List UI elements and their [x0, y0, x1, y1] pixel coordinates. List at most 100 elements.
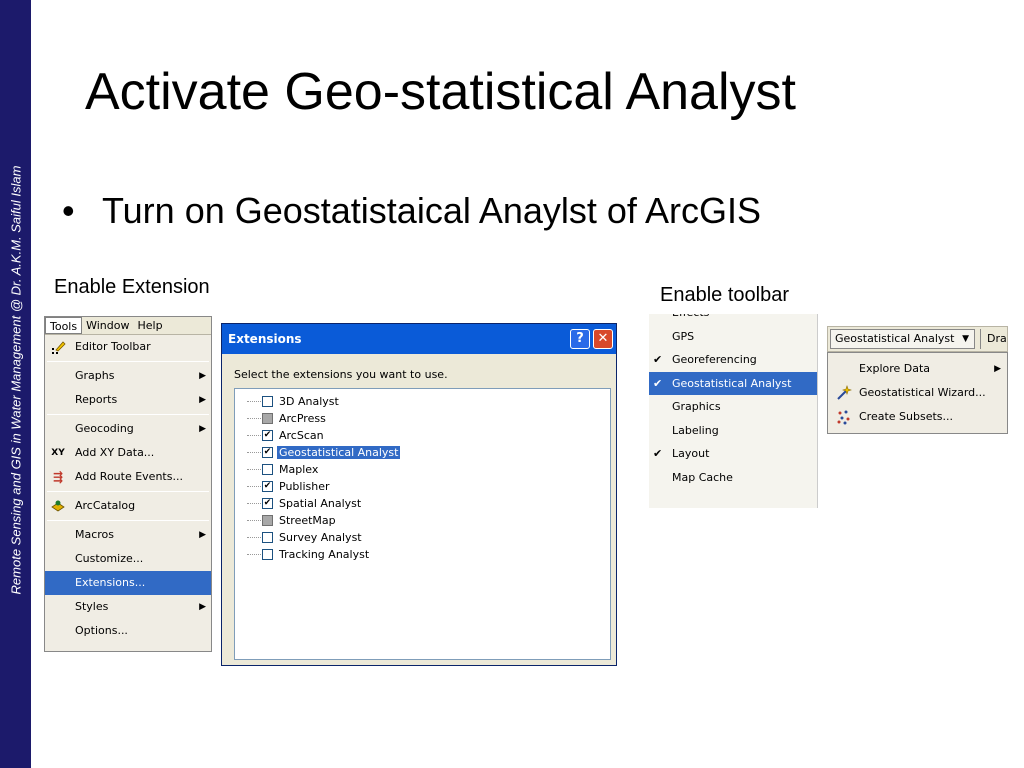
extension-checkbox[interactable] — [262, 396, 273, 407]
menu-item-extensions[interactable]: Extensions... — [45, 571, 211, 595]
extension-checkbox[interactable]: ✔ — [262, 481, 273, 492]
check-icon: ✔ — [653, 353, 663, 366]
extension-checkbox[interactable] — [262, 532, 273, 543]
extensions-list: 3D Analyst ArcPress ✔ ArcScan ✔ Geostatistica… — [234, 388, 611, 660]
toolbar-list-label: GPS — [672, 329, 695, 343]
tree-connector — [247, 520, 261, 521]
close-icon[interactable]: ✕ — [593, 329, 613, 349]
menu-item-graphs[interactable]: Graphs ▶ — [45, 364, 211, 388]
menu-item-geocoding[interactable]: Geocoding ▶ — [45, 417, 211, 441]
menu-item-add-xy-data[interactable]: XY Add XY Data... — [45, 441, 211, 465]
menu-item-add-route-events[interactable]: ⇶ Add Route Events... — [45, 465, 211, 489]
toolbar-list-label: Effects — [672, 314, 709, 319]
submenu-arrow-icon: ▶ — [199, 371, 206, 381]
extension-label: StreetMap — [279, 514, 336, 527]
submenu-arrow-icon: ▶ — [199, 530, 206, 540]
extension-item[interactable]: StreetMap — [235, 512, 610, 529]
geostatistical-analyst-dropdown[interactable]: Geostatistical Analyst ▼ — [830, 329, 975, 349]
extension-checkbox[interactable] — [262, 515, 273, 526]
extension-item[interactable]: ✔ Publisher — [235, 478, 610, 495]
menubar-help[interactable]: Help — [133, 317, 166, 334]
toolbar-list-item[interactable]: ✔ Geostatistical Analyst — [649, 371, 817, 395]
extension-item[interactable]: 3D Analyst — [235, 393, 610, 410]
toolbar-list-label: Graphics — [672, 400, 721, 413]
submenu-arrow-icon: ▶ — [199, 424, 206, 434]
toolbars-list: Effects GPS ✔ Georeferencing ✔ Geostatistical… — [649, 314, 818, 508]
menu-item-arccatalog[interactable]: ArcCatalog — [45, 494, 211, 518]
tree-connector — [247, 469, 261, 470]
toolbar-list-item[interactable]: ✔ Layout — [649, 442, 817, 466]
extension-label: Spatial Analyst — [279, 497, 362, 510]
extension-item[interactable]: ✔ Geostatistical Analyst — [235, 444, 610, 461]
tree-connector — [247, 401, 261, 402]
toolbar-list-item[interactable]: GPS — [649, 325, 817, 349]
dialog-titlebar: Extensions ? ✕ — [222, 324, 616, 354]
editor-pencil-icon — [50, 339, 66, 355]
submenu-arrow-icon: ▶ — [994, 364, 1001, 374]
menu-item-styles[interactable]: Styles ▶ — [45, 595, 211, 619]
toolbar-list-label: Georeferencing — [672, 353, 757, 366]
menu-separator — [47, 361, 209, 362]
help-icon[interactable]: ? — [570, 329, 590, 349]
extension-checkbox[interactable]: ✔ — [262, 430, 273, 441]
check-icon: ✔ — [653, 376, 663, 390]
extensions-prompt: Select the extensions you want to use. — [234, 368, 448, 381]
menu-separator — [47, 414, 209, 415]
slide-title: Activate Geo-statistical Analyst — [85, 63, 796, 121]
toolbar-list-item[interactable]: Effects — [649, 314, 817, 325]
toolbar-list-item[interactable]: Labeling — [649, 419, 817, 443]
extension-item[interactable]: ✔ Spatial Analyst — [235, 495, 610, 512]
add-xy-icon: XY — [51, 448, 65, 458]
extension-checkbox[interactable]: ✔ — [262, 447, 273, 458]
toolbar-list-item[interactable]: ✔ Georeferencing — [649, 348, 817, 372]
menu-item-customize[interactable]: Customize... — [45, 547, 211, 571]
extension-checkbox[interactable] — [262, 464, 273, 475]
side-band-text: Remote Sensing and GIS in Water Manageme… — [8, 165, 24, 595]
menu-separator — [47, 491, 209, 492]
extension-label: Geostatistical Analyst — [277, 446, 401, 459]
arccatalog-icon — [50, 498, 66, 514]
extension-checkbox[interactable]: ✔ — [262, 498, 273, 509]
menu-item-explore-data[interactable]: Explore Data ▶ — [828, 357, 1007, 381]
menu-bar: Tools Window Help — [45, 317, 211, 335]
menubar-window[interactable]: Window — [82, 317, 133, 334]
bullet-dot: • — [62, 190, 75, 231]
toolbar-list-label: Geostatistical Analyst — [672, 376, 792, 390]
extension-label: Survey Analyst — [279, 531, 362, 544]
extension-checkbox[interactable] — [262, 413, 273, 424]
extension-checkbox[interactable] — [262, 549, 273, 560]
extension-label: Maplex — [279, 463, 319, 476]
extension-item[interactable]: Tracking Analyst — [235, 546, 610, 563]
menu-separator — [47, 520, 209, 521]
extension-item[interactable]: Survey Analyst — [235, 529, 610, 546]
tree-connector — [247, 452, 261, 453]
next-toolbar-button[interactable]: Dra — [980, 329, 1007, 349]
check-icon: ✔ — [653, 447, 663, 460]
tree-connector — [247, 554, 261, 555]
caption-enable-extension: Enable Extension — [54, 276, 210, 298]
menubar-tools[interactable]: Tools — [45, 317, 83, 334]
toolbar-list-item[interactable]: Map Cache — [649, 466, 817, 490]
toolbar-list-item[interactable]: Graphics — [649, 395, 817, 419]
menu-item-create-subsets[interactable]: Create Subsets... — [828, 405, 1007, 429]
create-subsets-icon — [836, 409, 852, 425]
extension-label: 3D Analyst — [279, 395, 339, 408]
extension-item[interactable]: ArcPress — [235, 410, 610, 427]
tree-connector — [247, 503, 261, 504]
dropdown-caret-icon: ▼ — [962, 334, 969, 344]
extension-label: ArcPress — [279, 412, 326, 425]
menu-item-editor-toolbar[interactable]: Editor Toolbar — [45, 335, 211, 359]
menu-item-macros[interactable]: Macros ▶ — [45, 523, 211, 547]
menu-item-options[interactable]: Options... — [45, 619, 211, 643]
extension-item[interactable]: Maplex — [235, 461, 610, 478]
tree-connector — [247, 537, 261, 538]
tree-connector — [247, 486, 261, 487]
extension-item[interactable]: ✔ ArcScan — [235, 427, 610, 444]
extension-label: ArcScan — [279, 429, 324, 442]
menu-item-geostatistical-wizard[interactable]: Geostatistical Wizard... — [828, 381, 1007, 405]
geostatistical-menu: Explore Data ▶ Geostatistical Wizard... … — [827, 352, 1008, 434]
menu-item-reports[interactable]: Reports ▶ — [45, 388, 211, 412]
extensions-dialog: Extensions ? ✕ Select the extensions you… — [221, 323, 617, 666]
submenu-arrow-icon: ▶ — [199, 395, 206, 405]
toolbar-list-label: Layout — [672, 447, 710, 460]
